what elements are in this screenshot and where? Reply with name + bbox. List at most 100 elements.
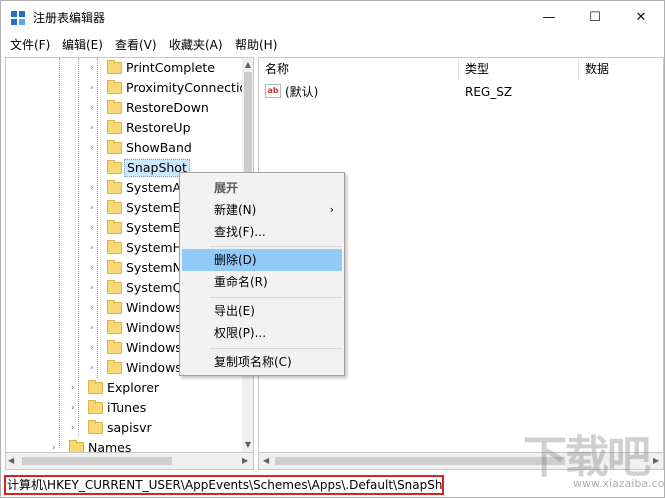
folder-icon (107, 280, 122, 294)
tree-item-label: ProximityConnectio (126, 80, 248, 95)
menu-item-label: 权限(P)... (214, 326, 267, 340)
menu-item-label: 展开 (214, 181, 239, 195)
expand-arrow-icon[interactable]: › (90, 58, 100, 78)
folder-icon (69, 440, 84, 452)
column-header-data[interactable]: 数据 (579, 58, 663, 80)
expand-arrow-icon[interactable]: › (90, 258, 100, 278)
menu-bar: 文件(F) 编辑(E) 查看(V) 收藏夹(A) 帮助(H) (1, 34, 664, 56)
title-bar: 注册表编辑器 — ☐ ✕ (1, 1, 664, 34)
expand-arrow-icon[interactable]: › (90, 218, 100, 238)
folder-icon (107, 60, 122, 74)
tree-item-label: Windows (126, 300, 182, 315)
folder-icon (88, 420, 103, 434)
scroll-left-icon[interactable]: ◀ (263, 453, 269, 469)
expand-arrow-icon[interactable]: › (90, 198, 100, 218)
menu-item-label: 删除(D) (214, 253, 257, 267)
expand-arrow-icon[interactable]: › (90, 118, 100, 138)
column-header-name[interactable]: 名称 (259, 58, 459, 80)
minimize-button[interactable]: — (526, 1, 572, 34)
tree-item-label: sapisvr (107, 420, 152, 435)
menu-item-label: 复制项名称(C) (214, 355, 292, 369)
expand-arrow-icon[interactable]: › (90, 238, 100, 258)
folder-icon (107, 140, 122, 154)
menu-separator (210, 246, 342, 247)
expand-arrow-icon[interactable]: › (52, 438, 62, 452)
folder-icon (107, 160, 122, 174)
menu-item-rename[interactable]: 重命名(R) (182, 271, 342, 293)
folder-icon (107, 120, 122, 134)
tree-item-label: Names (88, 440, 132, 453)
menu-item-permissions[interactable]: 权限(P)... (182, 322, 342, 344)
menu-item-copy-key-name[interactable]: 复制项名称(C) (182, 351, 342, 373)
tree-horizontal-scrollbar[interactable]: ◀ ▶ (5, 453, 254, 470)
menu-item-label: 新建(N) (214, 203, 257, 217)
menu-help[interactable]: 帮助(H) (235, 37, 277, 53)
expand-arrow-icon[interactable]: › (90, 358, 100, 378)
folder-icon (107, 260, 122, 274)
address-status-bar: 计算机\HKEY_CURRENT_USER\AppEvents\Schemes\… (4, 475, 444, 495)
scroll-left-icon[interactable]: ◀ (8, 453, 14, 469)
expand-arrow-icon[interactable]: › (90, 98, 100, 118)
registry-editor-window: 注册表编辑器 — ☐ ✕ 文件(F) 编辑(E) 查看(V) 收藏夹(A) 帮助… (0, 0, 665, 498)
expand-arrow-icon[interactable]: › (71, 418, 81, 438)
folder-icon (88, 400, 103, 414)
watermark-logo: 下载吧 www.xiazaiba.com (523, 421, 665, 495)
watermark-text: 下载吧 (523, 432, 651, 483)
scroll-up-icon[interactable]: ▲ (242, 58, 253, 72)
value-name: (默认) (285, 85, 319, 99)
menu-separator (210, 297, 342, 298)
tree-guide-line (59, 58, 60, 448)
expand-arrow-icon[interactable]: › (90, 278, 100, 298)
expand-arrow-icon[interactable]: › (90, 338, 100, 358)
submenu-arrow-icon: › (329, 203, 334, 216)
folder-icon (107, 80, 122, 94)
scrollbar-thumb[interactable] (275, 457, 565, 465)
folder-icon (107, 200, 122, 214)
expand-arrow-icon[interactable]: › (90, 78, 100, 98)
menu-item-find[interactable]: 查找(F)... (182, 221, 342, 243)
folder-icon (107, 320, 122, 334)
tree-item-label: Windows (126, 340, 182, 355)
context-menu: 展开 新建(N) › 查找(F)... 删除(D) 重命名(R) 导出(E) 权… (179, 172, 345, 376)
scroll-right-icon[interactable]: ▶ (242, 453, 248, 469)
folder-icon (107, 300, 122, 314)
menu-item-label: 导出(E) (214, 304, 255, 318)
folder-icon (107, 360, 122, 374)
column-header-type[interactable]: 类型 (459, 58, 579, 80)
value-type: REG_SZ (465, 85, 513, 99)
tree-item-label: Windows (126, 360, 182, 375)
watermark-url: www.xiazaiba.com (573, 477, 665, 490)
maximize-button[interactable]: ☐ (572, 1, 618, 34)
tree-item-label: RestoreUp (126, 120, 191, 135)
expand-arrow-icon[interactable]: › (90, 138, 100, 158)
tree-item-label: iTunes (107, 400, 147, 415)
menu-view[interactable]: 查看(V) (115, 37, 157, 53)
tree-item-label: RestoreDown (126, 100, 209, 115)
expand-arrow-icon[interactable]: › (71, 398, 81, 418)
expand-arrow-icon[interactable]: › (90, 318, 100, 338)
scroll-down-icon[interactable]: ▼ (242, 438, 253, 452)
expand-arrow-icon[interactable]: › (90, 178, 100, 198)
scrollbar-thumb[interactable] (22, 457, 172, 465)
value-row[interactable]: ab (默认) REG_SZ (259, 82, 663, 102)
menu-edit[interactable]: 编辑(E) (62, 37, 103, 53)
folder-icon (107, 100, 122, 114)
folder-icon (107, 240, 122, 254)
folder-icon (107, 220, 122, 234)
menu-item-new[interactable]: 新建(N) › (182, 199, 342, 221)
menu-favorites[interactable]: 收藏夹(A) (169, 37, 223, 53)
menu-item-label: 重命名(R) (214, 275, 268, 289)
menu-item-delete[interactable]: 删除(D) (182, 249, 342, 271)
folder-icon (88, 380, 103, 394)
tree-item-label: PrintComplete (126, 60, 215, 75)
expand-arrow-icon[interactable]: › (71, 378, 81, 398)
menu-file[interactable]: 文件(F) (10, 37, 50, 53)
close-button[interactable]: ✕ (618, 1, 664, 34)
menu-item-export[interactable]: 导出(E) (182, 300, 342, 322)
folder-icon (107, 180, 122, 194)
menu-item-expand[interactable]: 展开 (182, 177, 342, 199)
string-value-icon: ab (265, 84, 281, 98)
folder-icon (107, 340, 122, 354)
tree-item-label: Windows (126, 320, 182, 335)
expand-arrow-icon[interactable]: › (90, 298, 100, 318)
